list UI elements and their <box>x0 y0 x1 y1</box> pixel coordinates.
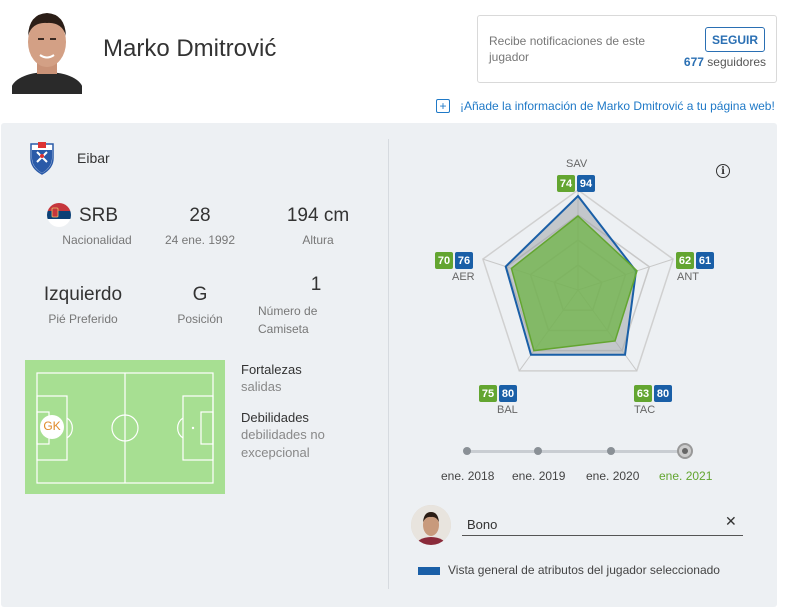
height-label: Altura <box>302 233 334 247</box>
nationality-label: Nacionalidad <box>62 233 132 247</box>
radar-axis-label-bal: BAL <box>497 404 518 416</box>
timeline-track <box>466 450 686 453</box>
radar-axis-label-sav: SAV <box>566 158 588 170</box>
timeline-label-2019[interactable]: ene. 2019 <box>512 469 565 483</box>
weaknesses-text: debilidades no excepcional <box>241 427 325 460</box>
radar-value-compare-sav: 94 <box>577 175 595 192</box>
plus-icon: + <box>436 99 450 113</box>
notify-text: Recibe notificaciones de este jugador <box>489 34 646 64</box>
legend-swatch <box>418 567 440 575</box>
radar-value-compare-bal: 80 <box>499 385 517 402</box>
strengths-title: Fortalezas <box>241 362 302 377</box>
serbia-flag-icon <box>47 203 71 227</box>
timeline-label-2020[interactable]: ene. 2020 <box>586 469 639 483</box>
legend-text: Vista general de atributos del jugador s… <box>448 563 720 577</box>
pitch-diagram: GK <box>25 360 225 494</box>
gk-marker: GK <box>43 419 61 433</box>
strengths-text: salidas <box>241 379 282 394</box>
timeline-dot-2018[interactable] <box>463 447 471 455</box>
weaknesses-title: Debilidades <box>241 410 309 425</box>
club-crest-icon <box>28 140 56 176</box>
foot-label: Pié Preferido <box>48 312 118 326</box>
add-info-link[interactable]: + ¡Añade la información de Marko Dmitrov… <box>436 99 775 113</box>
shirt-label: Número de Camiseta <box>258 304 318 336</box>
radar-value-player-ant: 62 <box>676 252 694 269</box>
notify-box: Recibe notificaciones de este jugador SE… <box>477 15 777 83</box>
radar-series-player <box>510 215 638 352</box>
compare-player-avatar <box>411 505 451 545</box>
club-name: Eibar <box>77 150 110 166</box>
compare-player-input[interactable]: Bono <box>462 510 743 536</box>
radar-value-compare-aer: 76 <box>455 252 473 269</box>
followers-number: 677 <box>683 55 704 69</box>
timeline-label-2018[interactable]: ene. 2018 <box>441 469 494 483</box>
position-value: G <box>192 284 208 305</box>
timeline-dot-2019[interactable] <box>534 447 542 455</box>
radar-value-player-aer: 70 <box>435 252 453 269</box>
player-avatar <box>11 6 83 108</box>
player-name: Marko Dmitrović <box>103 35 277 62</box>
radar-value-player-sav: 74 <box>557 175 575 192</box>
timeline-dot-2021[interactable] <box>677 443 693 459</box>
height-value: 194 cm <box>286 205 350 226</box>
followers-count: 677 seguidores <box>653 55 766 69</box>
nationality-value: SRB <box>79 205 119 226</box>
radar-axis-label-ant: ANT <box>677 271 699 283</box>
radar-value-player-tac: 63 <box>634 385 652 402</box>
followers-label: seguidores <box>707 55 766 69</box>
shirt-value: 1 <box>310 274 322 295</box>
radar-axis-label-aer: AER <box>452 271 475 283</box>
clear-icon[interactable]: ✕ <box>725 513 737 530</box>
birthdate-label: 24 ene. 1992 <box>164 233 236 247</box>
radar-axis-label-tac: TAC <box>634 404 656 416</box>
panel-divider <box>388 139 389 589</box>
foot-value: Izquierdo <box>43 284 123 305</box>
radar-value-player-bal: 75 <box>479 385 497 402</box>
position-label: Posición <box>177 312 223 326</box>
radar-value-compare-tac: 80 <box>654 385 672 402</box>
age-value: 28 <box>189 205 211 226</box>
timeline-label-2021[interactable]: ene. 2021 <box>659 469 712 483</box>
timeline-dot-2020[interactable] <box>607 447 615 455</box>
follow-button[interactable]: SEGUIR <box>705 27 765 52</box>
radar-chart: 74 94 SAV 62 61 ANT 63 80 TAC 75 80 BAL 70 76 AER <box>435 150 720 430</box>
radar-value-compare-ant: 61 <box>696 252 714 269</box>
add-info-text: ¡Añade la información de Marko Dmitrović… <box>460 99 775 113</box>
